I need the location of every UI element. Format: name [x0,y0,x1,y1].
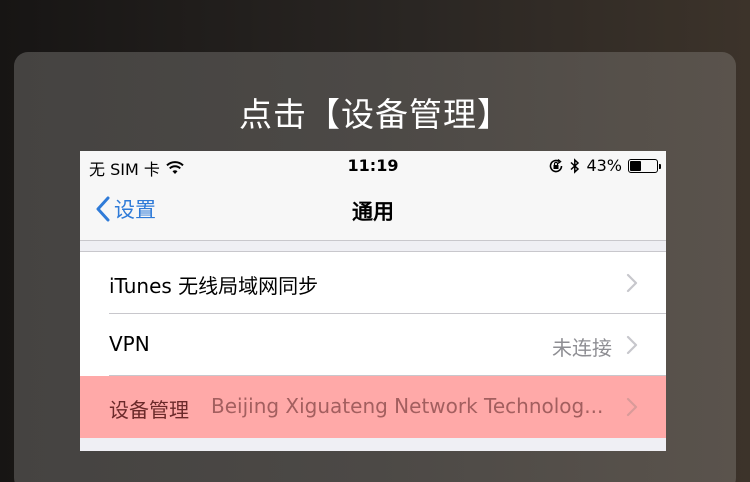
vpn-status-value: 未连接 [552,336,612,360]
battery-percent: 43% [586,156,622,175]
row-label: 设备管理 [109,398,189,422]
bluetooth-icon [570,157,580,174]
navigation-bar: 设置 通用 [80,181,666,241]
device-management-row[interactable]: 设备管理 Beijing Xiguateng Network Technolog… [80,376,666,438]
instruction-title: 点击【设备管理】 [239,95,511,134]
vpn-row[interactable]: VPN 未连接 [80,314,666,376]
row-label: iTunes 无线局域网同步 [109,274,319,298]
phone-screenshot: 无 SIM 卡 11:19 43% 设置 通用 iTunes 无线局域网同步 V… [80,151,666,451]
device-management-value: Beijing Xiguateng Network Technolog... [211,394,604,418]
settings-list: iTunes 无线局域网同步 VPN 未连接 设备管理 Beijing Xigu… [80,251,666,438]
itunes-wifi-sync-row[interactable]: iTunes 无线局域网同步 [80,252,666,314]
chevron-right-icon [626,397,638,417]
chevron-right-icon [626,273,638,293]
page-title: 通用 [352,200,394,224]
status-bar: 无 SIM 卡 11:19 43% [80,151,666,181]
battery-icon [628,158,661,173]
orientation-lock-icon [550,158,563,172]
chevron-right-icon [626,335,638,355]
row-label: VPN [109,332,150,356]
